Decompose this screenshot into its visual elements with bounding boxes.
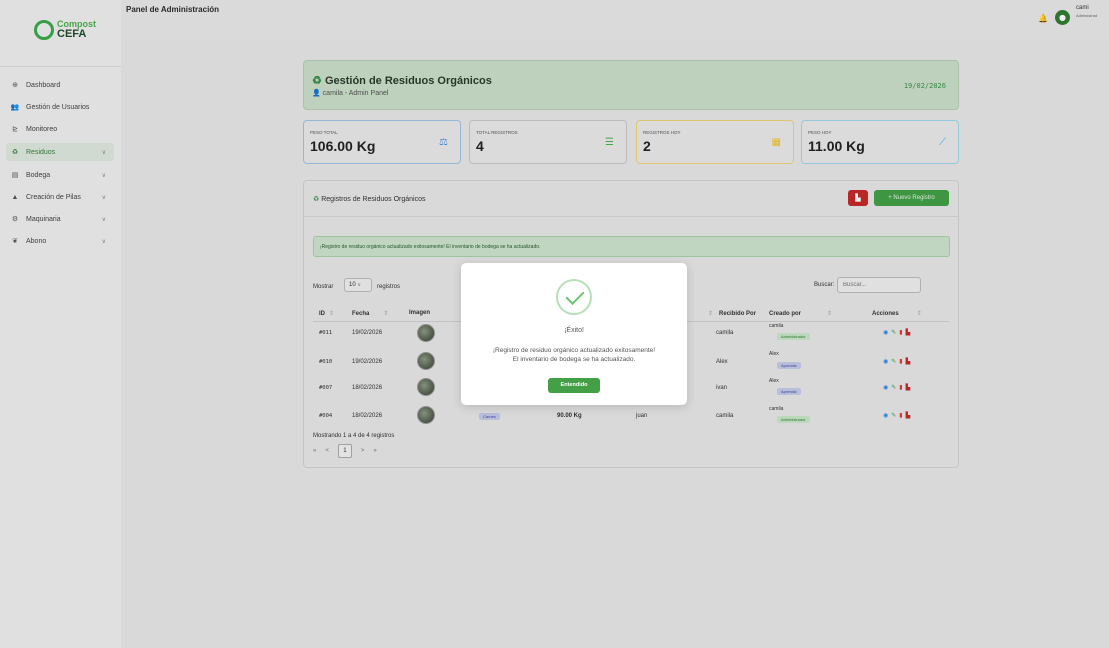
modal-message-line-1: ¡Registro de residuo orgánico actualizad… — [492, 347, 656, 354]
modal-message: ¡Registro de residuo orgánico actualizad… — [469, 346, 679, 364]
confirm-button[interactable]: Entendido — [548, 378, 600, 393]
success-check-icon — [556, 279, 592, 315]
modal-message-line-2: El inventario de bodega se ha actualizad… — [512, 356, 636, 363]
success-modal: ¡Éxito! ¡Registro de residuo orgánico ac… — [461, 263, 687, 405]
modal-title: ¡Éxito! — [564, 327, 584, 334]
